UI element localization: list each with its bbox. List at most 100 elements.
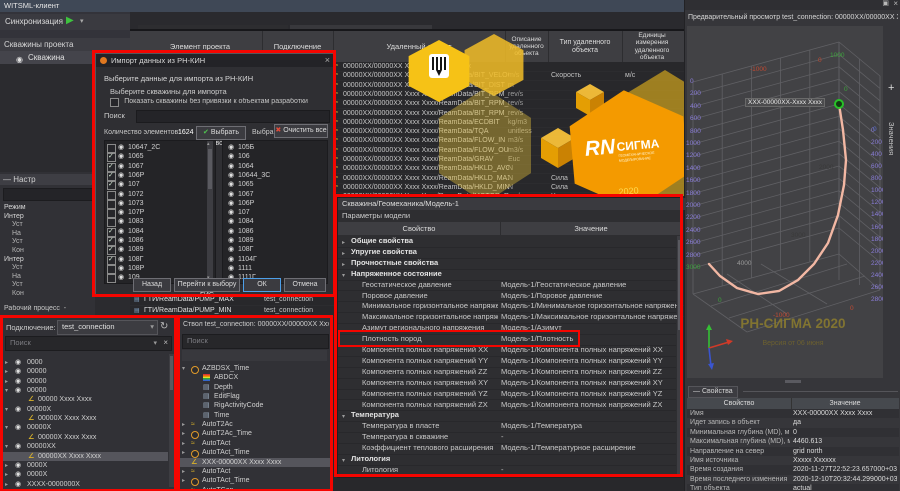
expander-icon[interactable]: ▸ <box>5 481 8 489</box>
wellbore-filter-bar[interactable] <box>182 350 327 361</box>
ok-button[interactable]: ОК <box>243 278 281 292</box>
connection-search-input[interactable]: Поиск ▾ × <box>5 336 172 351</box>
tree-item[interactable]: ▸◉XXXX-0000000X <box>2 480 168 489</box>
tree-item[interactable]: ▤EditFlag <box>179 392 332 401</box>
sync-dropdown-icon[interactable]: ▾ <box>80 17 84 25</box>
tree-item[interactable]: ▸AutoT2Ac_Time <box>179 429 332 438</box>
property-row[interactable]: Идет запись в объектда <box>687 418 899 427</box>
list-item[interactable]: ◉1072 <box>105 190 215 199</box>
list-item[interactable]: ◉1086 <box>223 227 327 236</box>
dialog-search-input[interactable] <box>136 110 330 123</box>
tree-item[interactable]: ABDCX <box>179 373 332 382</box>
list-item[interactable]: ◉106Р <box>223 199 327 208</box>
splitter-handle[interactable] <box>785 380 801 383</box>
list-item[interactable]: ◉10647_2С <box>105 143 215 152</box>
property-row[interactable]: Имя источникаXxxxx Xxxxxx <box>687 456 899 465</box>
list-item[interactable]: ◉1104Г <box>223 255 327 264</box>
settings-search-input[interactable] <box>3 188 93 201</box>
well-checkbox[interactable] <box>107 274 116 283</box>
tree-item[interactable]: ∠XXX-00000XX Xxxx Xxxx <box>179 458 332 467</box>
tree-item[interactable]: ∠00000 Xxxx Xxxx <box>2 395 168 404</box>
add-icon[interactable]: + <box>888 82 894 94</box>
model-scrollbar[interactable] <box>677 236 682 476</box>
tab-values[interactable]: Значения <box>887 122 896 155</box>
property-row[interactable]: Максимальная глубина (MD), м4460.613 <box>687 437 899 446</box>
tree-item[interactable]: ▾◉00000XX <box>2 442 168 451</box>
chevron-down-icon[interactable]: ▾ <box>153 339 157 347</box>
tree-item[interactable]: ∠00000X Xxxx Xxxx <box>2 433 168 442</box>
list-item[interactable]: ◉1111 <box>223 264 327 273</box>
list-item[interactable]: ◉1089 <box>223 236 327 245</box>
list-item[interactable]: ◉1086 <box>105 236 215 245</box>
settings-row[interactable]: Интер <box>4 256 84 264</box>
select-all-button[interactable]: ✔ Выбрать все <box>196 126 246 140</box>
tree-item[interactable]: ▤Depth <box>179 383 332 392</box>
list-item[interactable]: ◉108Г <box>105 255 215 264</box>
col-header-remote-type[interactable]: Тип удаленного объекта <box>548 31 623 62</box>
property-row[interactable]: Время последнего изменения2020-12-10T20:… <box>687 475 899 484</box>
show-unlinked-checkbox-row[interactable]: Показать скважины без привязки к объекта… <box>110 98 330 108</box>
property-row[interactable]: Время создания2020-11-27T22:52:23.657000… <box>687 465 899 474</box>
tree-item[interactable]: ▸◉00000 <box>2 377 168 386</box>
col-header-remote-object[interactable]: Удаленный объект <box>333 31 506 62</box>
tree-item[interactable]: ▸≈AutoTAct <box>179 439 332 448</box>
expander-icon[interactable]: ▸ <box>182 487 185 489</box>
pin-icon[interactable]: ▣ <box>882 0 889 7</box>
list-item[interactable]: ◉1083 <box>105 217 215 226</box>
model-col-property[interactable]: Свойство <box>338 222 501 235</box>
tree-item[interactable]: ∠00000X Xxxx Xxxx <box>2 414 168 423</box>
tree-item[interactable]: ▸≈AutoTAct <box>179 467 332 476</box>
tree-item[interactable]: ▤RigActivityCode <box>179 401 332 410</box>
list-item[interactable]: ◉108Г <box>223 245 327 254</box>
trajectory-3d-chart[interactable]: 0200400600800100012001400160018002000220… <box>687 26 883 378</box>
settings-row[interactable]: Уст <box>12 281 92 289</box>
settings-row[interactable]: На <box>12 230 92 238</box>
list-item[interactable]: ◉108Р <box>105 264 215 273</box>
clear-search-icon[interactable]: × <box>163 338 168 347</box>
tree-item[interactable]: ▸◉0000 <box>2 358 168 367</box>
tree-item[interactable]: ▸◉0000X <box>2 470 168 479</box>
scroll-up-icon[interactable]: ▴ <box>207 141 210 147</box>
tree-item[interactable]: ▸◉00000 <box>2 367 168 376</box>
sync-play-icon[interactable]: ▶ <box>66 15 74 26</box>
tree-item[interactable]: ▸≈AutoT2Ac <box>179 420 332 429</box>
list-item[interactable]: ◉105Б <box>223 143 327 152</box>
tree-item[interactable]: ▸AutoTAct_Time <box>179 448 332 457</box>
list-item[interactable]: ◉1065 <box>223 180 327 189</box>
tree-item[interactable]: ▸AutoTAct_Time <box>179 476 332 485</box>
settings-row[interactable]: Интер <box>4 213 84 221</box>
clear-all-button[interactable]: ✖ Очистить все <box>274 124 328 138</box>
list-item[interactable]: ◉1084 <box>105 227 215 236</box>
list-item[interactable]: ◉1065 <box>105 152 215 161</box>
list-item[interactable]: ◉107 <box>223 208 327 217</box>
settings-row[interactable]: На <box>12 273 92 281</box>
wellbore-search-input[interactable]: Поиск <box>182 334 329 349</box>
tree-item[interactable]: ▸◉0000X <box>2 461 168 470</box>
list-item[interactable]: ◉107Р <box>105 208 215 217</box>
property-row[interactable]: Тип объектаactual <box>687 484 899 491</box>
tree-item[interactable]: ▾AZBDSX_Time <box>179 364 332 373</box>
back-button[interactable]: Назад <box>133 278 171 292</box>
dialog-titlebar[interactable]: Импорт данных из РН-КИН × <box>96 54 334 67</box>
dialog-close-icon[interactable]: × <box>325 54 330 67</box>
list-item[interactable]: ◉10644_3С <box>223 171 327 180</box>
property-row[interactable]: Минимальная глубина (MD), м0 <box>687 428 899 437</box>
properties-header[interactable]: — Свойства <box>688 386 738 398</box>
settings-row[interactable]: Режим <box>4 204 84 212</box>
list-item[interactable]: ◉1067 <box>105 162 215 171</box>
tree-item[interactable]: ▾◉00000X <box>2 405 168 414</box>
model-row[interactable]: Литология- <box>338 465 676 477</box>
settings-row[interactable]: Кон <box>12 247 92 255</box>
list-item[interactable]: ◉106Р <box>105 171 215 180</box>
list-item[interactable]: ◉107 <box>105 180 215 189</box>
prop-col-name[interactable]: Свойство <box>687 398 792 409</box>
connection-scroll-thumb[interactable] <box>170 356 173 390</box>
settings-header[interactable]: — Настр <box>0 174 98 185</box>
wells-scroll-thumb[interactable] <box>208 149 212 189</box>
close-icon[interactable]: × <box>893 0 898 8</box>
goto-gis-button[interactable]: Перейти к выбору ГИС <box>174 278 240 292</box>
model-scrollbar-thumb[interactable] <box>678 240 681 330</box>
list-item[interactable]: ◉106 <box>223 152 327 161</box>
settings-row[interactable]: Уст <box>12 238 92 246</box>
list-item[interactable]: ◉1084 <box>223 217 327 226</box>
